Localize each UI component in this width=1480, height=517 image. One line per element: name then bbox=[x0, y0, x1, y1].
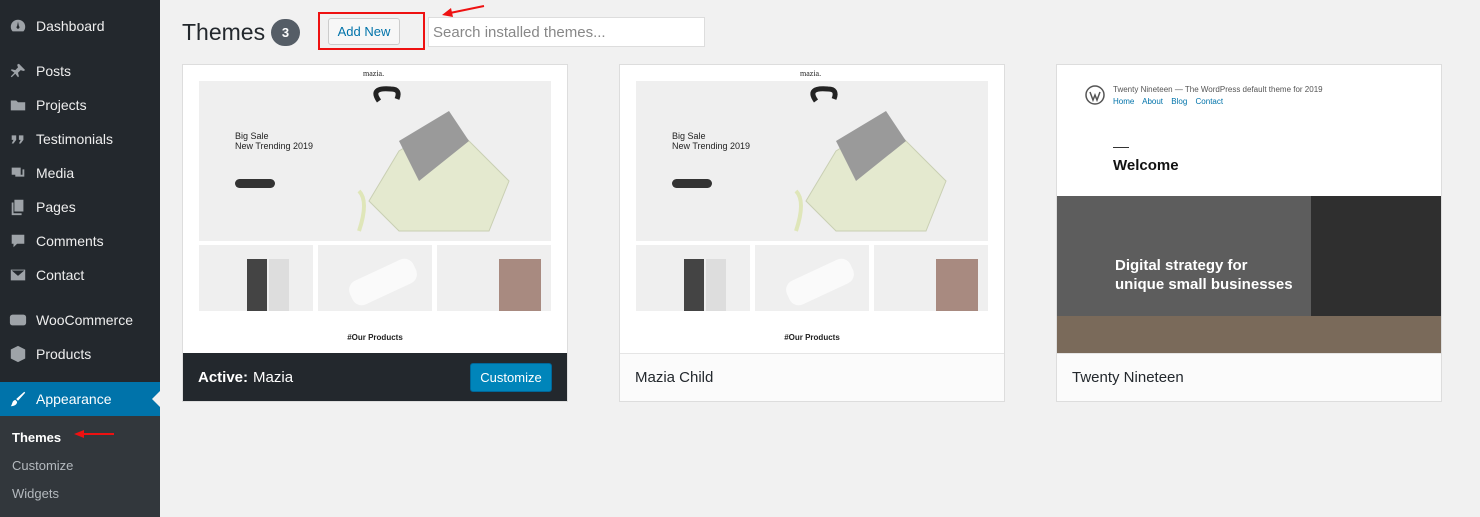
annotation-arrow-themes bbox=[74, 430, 114, 438]
preview-hero-button bbox=[235, 179, 275, 188]
comment-icon bbox=[0, 232, 36, 250]
pin-icon bbox=[0, 62, 36, 80]
customize-button[interactable]: Customize bbox=[470, 363, 552, 392]
sidebar-item-woocommerce[interactable]: WooCommerce bbox=[0, 303, 160, 337]
sidebar-item-label: Dashboard bbox=[36, 18, 105, 34]
preview-tile bbox=[636, 245, 750, 311]
preview-tile bbox=[874, 245, 988, 311]
dashboard-icon bbox=[0, 17, 36, 35]
search-themes-input[interactable] bbox=[428, 17, 705, 47]
sidebar-item-testimonials[interactable]: Testimonials bbox=[0, 122, 160, 156]
preview-logo: mazia. bbox=[363, 69, 385, 78]
sidebar-item-projects[interactable]: Projects bbox=[0, 88, 160, 122]
sidebar-item-dashboard[interactable]: Dashboard bbox=[0, 9, 160, 43]
preview-site-title: Twenty Nineteen — The WordPress default … bbox=[1113, 85, 1323, 94]
sidebar-item-label: WooCommerce bbox=[36, 312, 133, 328]
sidebar-item-contact[interactable]: Contact bbox=[0, 258, 160, 292]
preview-tile bbox=[199, 245, 313, 311]
sidebar-item-label: Appearance bbox=[36, 391, 112, 407]
brush-icon bbox=[0, 390, 36, 408]
sidebar-item-label: Comments bbox=[36, 233, 104, 249]
theme-name-bar: Twenty Nineteen bbox=[1057, 353, 1441, 401]
active-label: Active: bbox=[198, 368, 249, 386]
add-new-button[interactable]: Add New bbox=[328, 18, 400, 45]
pages-icon bbox=[0, 198, 36, 216]
theme-card-mazia-child[interactable]: mazia. Big Sale New Trending 2019 #Our P… bbox=[619, 64, 1005, 402]
preview-nav: mazia. bbox=[620, 65, 1004, 81]
sidebar-item-pages[interactable]: Pages bbox=[0, 190, 160, 224]
preview-hero: Big Sale New Trending 2019 bbox=[199, 81, 551, 241]
sidebar-item-label: Contact bbox=[36, 267, 85, 283]
preview-hero: Digital strategy for unique small busine… bbox=[1057, 196, 1441, 353]
theme-card-twenty-nineteen[interactable]: Twenty Nineteen — The WordPress default … bbox=[1056, 64, 1442, 402]
preview-products-heading: #Our Products bbox=[347, 333, 403, 342]
preview-tile bbox=[755, 245, 869, 311]
preview-nav-links: Home About Blog Contact bbox=[1113, 97, 1224, 106]
woo-icon bbox=[0, 311, 36, 329]
media-icon bbox=[0, 164, 36, 182]
preview-desk bbox=[1057, 316, 1441, 353]
preview-nav: mazia. bbox=[183, 65, 567, 81]
submenu-item-customize[interactable]: Customize bbox=[12, 458, 73, 473]
preview-hero-button bbox=[672, 179, 712, 188]
teapot-image bbox=[794, 86, 947, 232]
theme-screenshot[interactable]: mazia. Big Sale New Trending 2019 #Our P… bbox=[620, 65, 1004, 353]
page-title: Themes bbox=[182, 19, 266, 45]
theme-name-bar: Active: Mazia Customize bbox=[183, 353, 567, 401]
preview-tiles bbox=[636, 245, 988, 311]
teapot-image bbox=[357, 86, 510, 232]
preview-hero: Big Sale New Trending 2019 bbox=[636, 81, 988, 241]
sidebar-item-label: Products bbox=[36, 346, 92, 362]
sidebar-item-products[interactable]: Products bbox=[0, 337, 160, 371]
preview-divider bbox=[1113, 147, 1129, 148]
folder-icon bbox=[0, 96, 36, 114]
preview-logo: mazia. bbox=[800, 69, 822, 78]
theme-name: Mazia bbox=[253, 368, 294, 386]
sidebar-item-label: Projects bbox=[36, 97, 87, 113]
sidebar-item-appearance[interactable]: Appearance bbox=[0, 382, 160, 416]
quote-icon bbox=[0, 130, 36, 148]
preview-hero-text: Big Sale New Trending 2019 bbox=[235, 131, 314, 151]
sidebar-item-posts[interactable]: Posts bbox=[0, 54, 160, 88]
sidebar-item-label: Posts bbox=[36, 63, 72, 79]
wordpress-logo-icon bbox=[1085, 85, 1105, 105]
preview-welcome-heading: Welcome bbox=[1113, 157, 1179, 174]
preview-tile bbox=[318, 245, 432, 311]
preview-tile bbox=[437, 245, 551, 311]
theme-count-badge: 3 bbox=[271, 19, 300, 46]
sidebar-item-comments[interactable]: Comments bbox=[0, 224, 160, 258]
box-icon bbox=[0, 345, 36, 363]
preview-hero-text: Digital strategy for unique small busine… bbox=[1115, 257, 1293, 293]
sidebar-item-media[interactable]: Media bbox=[0, 156, 160, 190]
preview-products-heading: #Our Products bbox=[784, 333, 840, 342]
preview-hero-text: Big Sale New Trending 2019 bbox=[672, 131, 751, 151]
theme-name-bar: Mazia Child bbox=[620, 353, 1004, 401]
submenu-item-themes[interactable]: Themes bbox=[12, 430, 61, 445]
theme-name: Mazia Child bbox=[635, 369, 714, 386]
submenu-item-widgets[interactable]: Widgets bbox=[12, 486, 59, 501]
theme-screenshot[interactable]: mazia. Big Sale New Trending 2019 #Our P… bbox=[183, 65, 567, 353]
sidebar-item-label: Testimonials bbox=[36, 131, 114, 147]
preview-calendar-art bbox=[1311, 196, 1441, 320]
theme-card-mazia[interactable]: mazia. Big Sale New Trending 2019 #Our P… bbox=[182, 64, 568, 402]
theme-screenshot[interactable]: Twenty Nineteen — The WordPress default … bbox=[1057, 65, 1441, 353]
mail-icon bbox=[0, 266, 36, 284]
sidebar-item-label: Media bbox=[36, 165, 75, 181]
theme-name: Twenty Nineteen bbox=[1072, 369, 1184, 386]
sidebar-item-label: Pages bbox=[36, 199, 76, 215]
preview-tiles bbox=[199, 245, 551, 311]
